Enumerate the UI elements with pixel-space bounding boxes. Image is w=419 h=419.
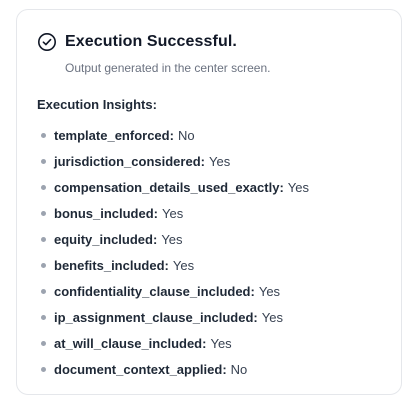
- insight-key: document_context_applied: [54, 361, 223, 377]
- bullet-icon: [41, 288, 46, 294]
- insight-key: at_will_clause_included: [54, 335, 203, 351]
- bullet-icon: [41, 340, 46, 346]
- status-subtitle: Output generated in the center screen.: [65, 61, 271, 75]
- insight-key: benefits_included: [54, 257, 165, 273]
- bullet-icon: [41, 236, 46, 242]
- insights-list: template_enforced: No jurisdiction_consi…: [37, 122, 309, 382]
- insight-item: equity_included: Yes: [37, 226, 309, 252]
- insight-value: Yes: [172, 257, 195, 273]
- insight-colon: :: [169, 127, 174, 143]
- insight-value: Yes: [261, 309, 283, 325]
- insight-value: Yes: [258, 283, 281, 299]
- bullet-icon: [41, 366, 46, 372]
- insight-key: compensation_details_used_exactly: [54, 179, 280, 195]
- insight-value: Yes: [210, 335, 232, 351]
- insight-item: compensation_details_used_exactly: Yes: [37, 174, 309, 200]
- insight-key: ip_assignment_clause_included: [54, 309, 254, 325]
- bullet-icon: [41, 262, 46, 268]
- insight-value: Yes: [209, 153, 231, 169]
- insight-item: confidentiality_clause_included: Yes: [37, 278, 309, 304]
- execution-result-card: Execution Successful. Output generated i…: [16, 9, 402, 395]
- insight-value: No: [177, 127, 195, 143]
- insight-colon: :: [253, 309, 258, 325]
- bullet-icon: [41, 158, 46, 164]
- insight-colon: :: [200, 153, 205, 169]
- insight-value: Yes: [162, 205, 184, 221]
- status-header: Execution Successful.: [37, 32, 237, 52]
- insight-value: No: [230, 361, 248, 377]
- insight-key: bonus_included: [54, 205, 154, 221]
- insight-item: at_will_clause_included: Yes: [37, 330, 309, 356]
- insight-colon: :: [279, 179, 284, 195]
- insight-item: template_enforced: No: [37, 122, 309, 148]
- insight-key: jurisdiction_considered: [54, 153, 201, 169]
- insight-item: jurisdiction_considered: Yes: [37, 148, 309, 174]
- insight-item: document_context_applied: No: [37, 356, 309, 382]
- insight-colon: :: [152, 231, 158, 247]
- insight-colon: :: [153, 205, 159, 221]
- insight-value: Yes: [161, 231, 183, 247]
- insight-key: template_enforced: [54, 127, 170, 143]
- insight-key: confidentiality_clause_included: [54, 283, 251, 299]
- status-title: Execution Successful.: [65, 33, 237, 50]
- insight-item: benefits_included: Yes: [37, 252, 309, 278]
- insight-key: equity_included: [54, 231, 153, 247]
- insight-colon: :: [222, 361, 227, 377]
- bullet-icon: [41, 132, 46, 138]
- insight-colon: :: [250, 283, 255, 299]
- bullet-icon: [41, 210, 46, 216]
- bullet-icon: [41, 314, 46, 320]
- insight-colon: :: [164, 257, 169, 273]
- insight-colon: :: [202, 335, 207, 351]
- check-circle-icon: [37, 32, 57, 52]
- insight-item: bonus_included: Yes: [37, 200, 309, 226]
- insights-heading: Execution Insights:: [37, 97, 157, 112]
- bullet-icon: [41, 184, 46, 190]
- insight-value: Yes: [287, 179, 309, 195]
- insight-item: ip_assignment_clause_included: Yes: [37, 304, 309, 330]
